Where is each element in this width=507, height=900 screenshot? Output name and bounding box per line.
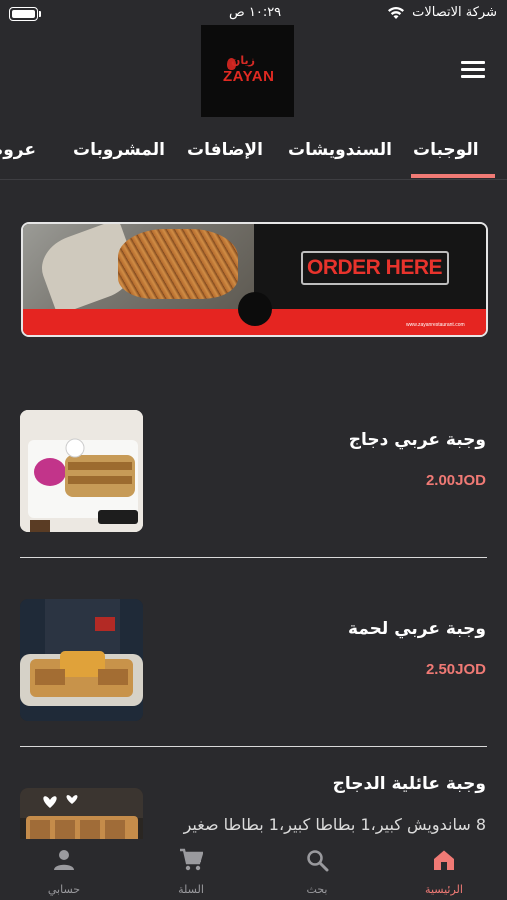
menu-icon[interactable] <box>461 61 485 81</box>
banner-logo-icon <box>238 292 272 326</box>
battery-tip <box>39 11 41 17</box>
wifi-icon <box>388 7 404 19</box>
promo-banner[interactable]: ORDER HERE www.zayanrestaurant.com <box>21 222 488 337</box>
item-name: وجبة عائلية الدجاج <box>332 774 486 794</box>
tab-meals[interactable]: الوجبات <box>413 140 479 160</box>
item-image <box>20 599 143 721</box>
battery-icon <box>9 7 38 21</box>
logo-english-text: ZAYAN <box>223 68 275 85</box>
nav-account-label: حسابي <box>47 883 81 896</box>
item-price: 2.00JOD <box>425 472 486 489</box>
bottom-nav: الرئيسية بحث السلة حسابي <box>0 839 507 900</box>
nav-search[interactable]: بحث <box>282 839 352 900</box>
item-divider <box>20 557 487 558</box>
item-name: وجبة عربي دجاج <box>348 430 486 450</box>
menu-item[interactable]: وجبة عربي دجاج 2.00JOD <box>0 405 507 565</box>
order-here-text: ORDER HERE <box>307 256 443 279</box>
tab-sandwiches[interactable]: السندويشات <box>288 140 392 160</box>
nav-cart[interactable]: السلة <box>156 839 226 900</box>
item-price: 2.50JOD <box>425 661 486 678</box>
cart-icon <box>180 848 203 871</box>
category-tabs: الوجبات السندويشات الإضافات المشروبات عر… <box>0 130 507 180</box>
item-name: وجبة عربي لحمة <box>347 619 486 639</box>
person-icon <box>54 850 74 870</box>
nav-account[interactable]: حسابي <box>29 839 99 900</box>
status-time: ١٠:٢٩ ص <box>229 5 282 20</box>
search-icon <box>307 850 329 872</box>
item-description: 8 ساندويش كبير،1 بطاطا كبير،1 بطاطا صغير <box>183 815 486 834</box>
brand-logo: زيان ZAYAN <box>201 25 294 117</box>
item-divider <box>20 746 487 747</box>
menu-item[interactable]: وجبة عربي لحمة 2.50JOD <box>0 595 507 755</box>
nav-home[interactable]: الرئيسية <box>409 839 479 900</box>
active-tab-indicator <box>411 174 495 178</box>
banner-url: www.zayanrestaurant.com <box>406 322 465 328</box>
nav-search-label: بحث <box>306 883 328 896</box>
logo-arabic-text: زيان <box>231 54 255 67</box>
tab-drinks[interactable]: المشروبات <box>73 140 165 160</box>
home-icon <box>434 850 454 870</box>
banner-photo <box>23 224 254 316</box>
tab-extras[interactable]: الإضافات <box>187 140 263 160</box>
nav-home-label: الرئيسية <box>425 883 463 896</box>
nav-cart-label: السلة <box>178 883 204 896</box>
status-bar: شركة الاتصالات ١٠:٢٩ ص <box>0 0 507 28</box>
tab-offers[interactable]: عروض <box>0 140 36 160</box>
item-image <box>20 410 143 532</box>
carrier-name: شركة الاتصالات <box>412 5 497 20</box>
